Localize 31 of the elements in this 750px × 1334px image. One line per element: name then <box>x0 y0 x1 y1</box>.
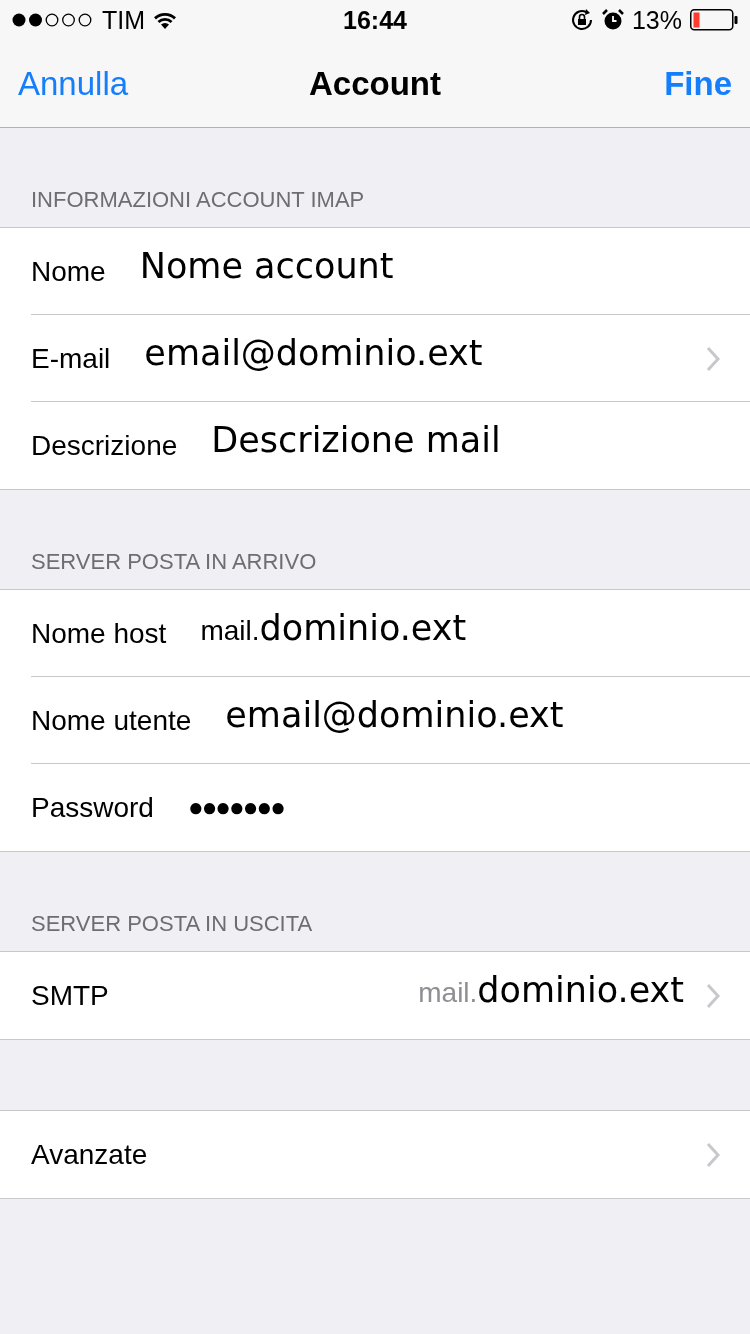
field-value[interactable]: Nome account <box>139 245 394 286</box>
password-dots[interactable]: ●●●●●●● <box>187 792 284 823</box>
host-prefix: mail. <box>200 614 260 647</box>
field-value[interactable]: Descrizione mail <box>211 419 501 460</box>
signal-icon <box>12 13 94 27</box>
clock-time: 16:44 <box>343 5 407 35</box>
screen-title: Account <box>309 64 441 102</box>
field-value[interactable]: dominio.ext <box>477 969 684 1010</box>
cancel-button[interactable]: Annulla <box>18 64 129 103</box>
carrier-name: TIM <box>102 5 146 35</box>
wifi-icon <box>153 11 178 29</box>
field-label: Nome utente <box>31 704 192 737</box>
battery-percentage: 13% <box>631 5 682 35</box>
host-prefix: mail. <box>418 976 478 1009</box>
section-header: SERVER POSTA IN ARRIVO <box>31 549 317 575</box>
field-label: Nome host <box>31 617 167 650</box>
done-button[interactable]: Fine <box>664 64 732 103</box>
alarm-clock-icon <box>601 9 624 31</box>
field-label: Nome <box>31 255 106 288</box>
battery-icon <box>690 9 738 31</box>
field-label: Avanzate <box>31 1138 148 1171</box>
field-value[interactable]: email@dominio.ext <box>225 694 564 735</box>
section-header: SERVER POSTA IN USCITA <box>31 911 313 937</box>
field-label: E-mail <box>31 342 111 375</box>
section-header: INFORMAZIONI ACCOUNT IMAP <box>31 187 365 213</box>
field-value[interactable]: email@dominio.ext <box>144 332 483 373</box>
field-value[interactable]: dominio.ext <box>259 607 467 648</box>
field-label: Password <box>31 791 154 824</box>
rotation-lock-icon <box>569 8 594 32</box>
field-label: Descrizione <box>31 429 178 462</box>
field-label: SMTP <box>31 979 109 1012</box>
